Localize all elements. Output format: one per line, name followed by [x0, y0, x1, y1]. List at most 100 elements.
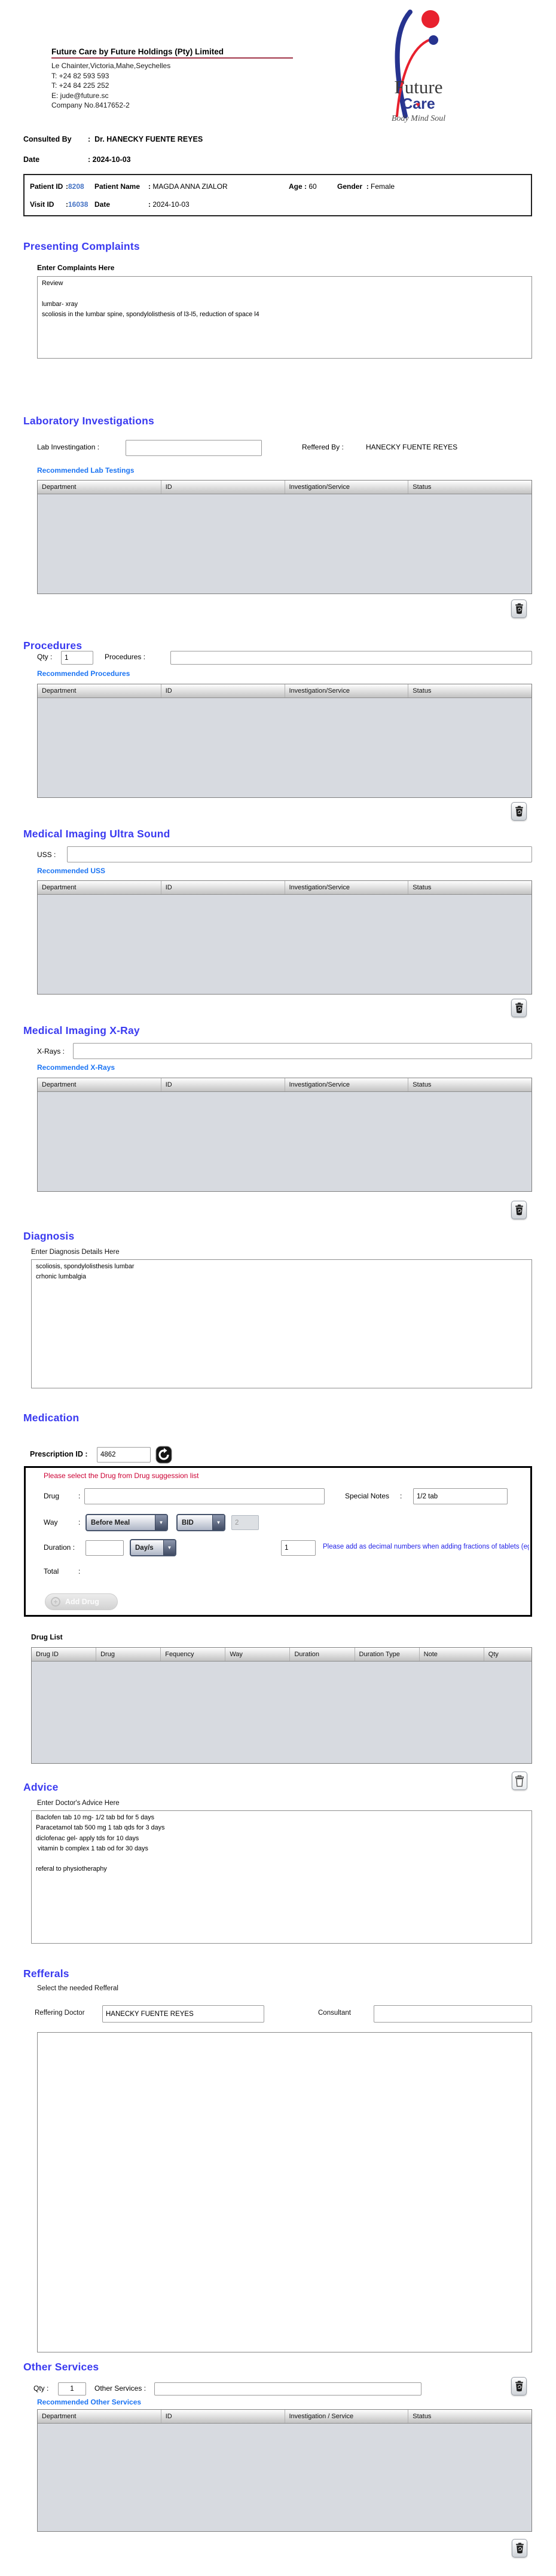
patient-id-cell: Patient ID:8208: [30, 182, 84, 191]
other-services-table: Department ID Investigation / Service St…: [37, 2409, 532, 2532]
logo-word-future: Future: [395, 77, 443, 97]
gender-value: Female: [371, 182, 395, 191]
drug-input[interactable]: [84, 1488, 325, 1504]
procedures-qty-input[interactable]: [61, 651, 93, 665]
other-services-clear-button[interactable]: [511, 2377, 527, 2396]
drug-label: Drug: [44, 1492, 60, 1500]
other-qty-input[interactable]: [58, 2382, 86, 2396]
xray-delete-button[interactable]: [511, 1201, 527, 1219]
section-title-laboratory: Laboratory Investigations: [23, 415, 154, 427]
duration-label: Duration :: [44, 1543, 75, 1552]
section-title-xray: Medical Imaging X-Ray: [23, 1024, 140, 1036]
duration-input[interactable]: [85, 1540, 124, 1556]
complaints-textarea[interactable]: Review lumbar- xray scoliosis in the lum…: [37, 276, 532, 359]
xray-input-label: X-Rays :: [37, 1047, 65, 1056]
age-value: 60: [308, 182, 317, 191]
col-duration: Duration: [290, 1648, 355, 1661]
xray-input[interactable]: [73, 1043, 532, 1059]
gender-label: Gender: [337, 182, 363, 191]
uss-table: Department ID Investigation/Service Stat…: [37, 880, 532, 995]
refresh-icon: [155, 1446, 172, 1464]
drug-list-delete-button[interactable]: [512, 1772, 527, 1790]
company-phone-1: T: +24 82 593 593: [51, 71, 109, 80]
col-status: Status: [408, 684, 531, 697]
col-qty: Qty: [484, 1648, 531, 1661]
lab-input-label: Lab Investingation :: [37, 443, 100, 451]
uss-input[interactable]: [67, 846, 532, 862]
procedures-qty-label: Qty :: [37, 653, 53, 661]
colon: :: [78, 1492, 81, 1500]
prescription-id-label: Prescription ID :: [30, 1450, 88, 1458]
procedures-input[interactable]: [170, 651, 532, 665]
prescription-refresh-button[interactable]: [155, 1446, 172, 1464]
prescription-page: Future Care by Future Holdings (Pty) Lim…: [0, 0, 556, 2576]
col-status: Status: [408, 1078, 531, 1091]
duration-unit-select[interactable]: Day/s ▼: [130, 1539, 176, 1556]
col-id: ID: [161, 881, 285, 894]
other-services-input[interactable]: [154, 2382, 421, 2396]
consulted-by-value: Dr. HANECKY FUENTE REYES: [94, 135, 203, 143]
company-address: Le Chainter,Victoria,Mahe,Seychelles: [51, 62, 171, 70]
decimal-hint: Please add as decimal numbers when addin…: [323, 1543, 529, 1550]
recommended-xray-label: Recommended X-Rays: [37, 1063, 115, 1072]
medication-entry-box: Please select the Drug from Drug suggess…: [24, 1466, 532, 1617]
other-qty-label: Qty :: [33, 2384, 49, 2393]
procedures-table: Department ID Investigation/Service Stat…: [37, 684, 532, 798]
drug-list-table: Drug ID Drug Fequency Way Duration Durat…: [31, 1647, 532, 1764]
advice-textarea[interactable]: Baclofen tab 10 mg- 1/2 tab bd for 5 day…: [31, 1810, 532, 1944]
section-title-referrals: Refferals: [23, 1968, 69, 1980]
plus-circle-icon: +: [51, 1597, 60, 1607]
col-investigation: Investigation/Service: [285, 881, 409, 894]
col-id: ID: [161, 1078, 285, 1091]
col-id: ID: [161, 2410, 285, 2423]
col-drug: Drug: [96, 1648, 161, 1661]
uss-table-header: Department ID Investigation/Service Stat…: [38, 881, 531, 895]
company-number: Company No.8417652-2: [51, 101, 130, 109]
other-services-delete-button[interactable]: [512, 2539, 527, 2557]
trash-icon: [515, 603, 523, 614]
trash-icon: [515, 1775, 524, 1786]
referring-doctor-input[interactable]: [102, 2005, 264, 2023]
colon: :: [148, 200, 151, 209]
colon: :: [304, 182, 307, 191]
frequency-select-value: BID: [182, 1519, 194, 1526]
col-investigation: Investigation/Service: [285, 1078, 409, 1091]
diagnosis-textarea[interactable]: scoliosis, spondylolisthesis lumbar crho…: [31, 1259, 532, 1388]
trash-icon: [515, 2381, 523, 2392]
procedures-input-label: Procedures :: [105, 653, 146, 661]
uss-delete-button[interactable]: [511, 999, 527, 1017]
special-notes-input[interactable]: [413, 1488, 508, 1504]
lab-investigation-input[interactable]: [126, 440, 262, 456]
section-title-ultrasound: Medical Imaging Ultra Sound: [23, 828, 170, 840]
col-investigation: Investigation/Service: [285, 684, 409, 697]
col-department: Department: [38, 684, 161, 697]
prescription-id-input[interactable]: [97, 1447, 151, 1463]
colon: :: [88, 155, 91, 164]
add-drug-button[interactable]: + Add Drug: [45, 1593, 118, 1610]
visit-date-cell: Date: 2024-10-03: [94, 200, 190, 209]
patient-gender-cell: Gender : Female: [337, 182, 395, 191]
consult-date-label: Date: [23, 155, 40, 164]
chevron-down-icon: ▼: [155, 1515, 167, 1530]
col-status: Status: [408, 2410, 531, 2423]
future-care-logo: Future Care ♥ Body Mind Soul: [359, 4, 475, 126]
xray-table-header: Department ID Investigation/Service Stat…: [38, 1078, 531, 1092]
patient-name-label: Patient Name: [94, 182, 140, 191]
procedures-delete-button[interactable]: [511, 802, 527, 821]
visit-id-label: Visit ID: [30, 200, 54, 209]
drug-list-label: Drug List: [31, 1633, 63, 1641]
tablet-qty-input[interactable]: [281, 1540, 316, 1556]
frequency-select[interactable]: BID ▼: [176, 1514, 225, 1531]
lab-delete-button[interactable]: [511, 599, 527, 618]
col-department: Department: [38, 2410, 161, 2423]
patient-name-cell: Patient Name: MAGDA ANNA ZIALOR: [94, 182, 228, 191]
way-select-value: Before Meal: [91, 1519, 130, 1526]
way-select[interactable]: Before Meal ▼: [85, 1514, 168, 1531]
colon: :: [148, 182, 151, 191]
section-title-procedures: Procedures: [23, 640, 83, 651]
col-way: Way: [225, 1648, 291, 1661]
lab-table: Department ID Investigation/Service Stat…: [37, 480, 532, 594]
other-services-table-body: [38, 2424, 531, 2531]
referral-list-box[interactable]: [37, 2032, 532, 2352]
consultant-input[interactable]: [374, 2005, 532, 2023]
